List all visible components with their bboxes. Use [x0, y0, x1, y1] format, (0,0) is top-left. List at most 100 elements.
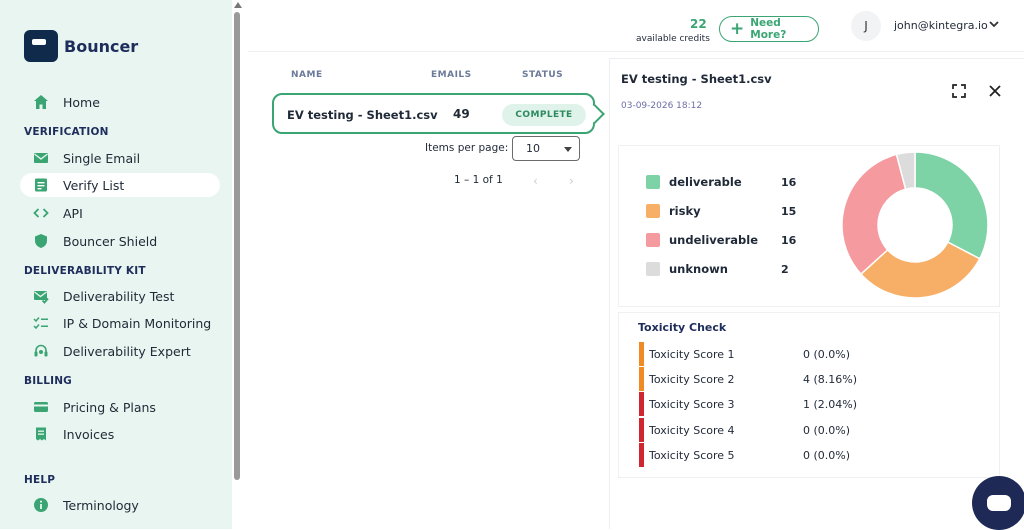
scroll-up-arrow-icon[interactable]: [234, 2, 242, 8]
sidebar-item-verify-list[interactable]: Verify List: [20, 173, 220, 197]
detail-date: 03-09-2026 18:12: [621, 101, 703, 111]
sidebar-item-label: Bouncer Shield: [63, 233, 158, 249]
headset-icon: [33, 343, 49, 359]
credits-count: 22: [690, 17, 707, 31]
chat-button[interactable]: [972, 476, 1024, 530]
fullscreen-icon[interactable]: [952, 84, 966, 98]
legend-swatch: [646, 204, 660, 218]
toxicity-indicator: [639, 392, 644, 416]
list-item[interactable]: EV testing - Sheet1.csv 49 COMPLETE: [272, 93, 595, 134]
file-name: EV testing - Sheet1.csv: [287, 108, 438, 122]
sidebar-item-label: Terminology: [63, 497, 139, 513]
sidebar-item-pricing-plans[interactable]: Pricing & Plans: [20, 395, 220, 419]
legend-value: 16: [781, 233, 797, 247]
legend-swatch: [646, 175, 660, 189]
toxicity-row: Toxicity Score 5 0 (0.0%): [639, 443, 850, 467]
sidebar-item-deliverability-expert[interactable]: Deliverability Expert: [20, 339, 220, 363]
toxicity-indicator: [639, 342, 644, 366]
sidebar-item-label: Verify List: [63, 177, 125, 193]
close-icon[interactable]: [988, 84, 1002, 98]
section-verification: VERIFICATION: [24, 126, 109, 138]
sidebar-item-deliverability-test[interactable]: Deliverability Test: [20, 284, 220, 308]
toxicity-label: Toxicity Score 5: [649, 448, 735, 462]
items-per-page-select[interactable]: 10: [512, 136, 580, 161]
results-donut-chart: [841, 151, 989, 299]
toxicity-title: Toxicity Check: [638, 321, 727, 334]
section-billing: BILLING: [24, 375, 73, 387]
toxicity-value: 1 (2.04%): [803, 397, 858, 411]
column-header-status: STATUS: [522, 70, 564, 80]
legend-item: risky 15: [646, 203, 796, 219]
toxicity-label: Toxicity Score 2: [649, 372, 735, 386]
app-name: Bouncer: [64, 36, 139, 56]
toxicity-row: Toxicity Score 1 0 (0.0%): [639, 342, 850, 366]
sidebar-item-label: Deliverability Expert: [63, 343, 191, 359]
toxicity-value: 0 (0.0%): [803, 448, 851, 462]
legend-value: 16: [781, 175, 797, 189]
sidebar-item-api[interactable]: API: [20, 201, 220, 225]
items-per-page-value: 10: [526, 142, 540, 155]
logo[interactable]: Bouncer: [24, 30, 138, 62]
need-more-button[interactable]: + Need More?: [719, 16, 819, 42]
credits-label: available credits: [636, 34, 710, 44]
sidebar-item-label: API: [63, 205, 83, 221]
toxicity-row: Toxicity Score 3 1 (2.04%): [639, 392, 857, 416]
toxicity-indicator: [639, 367, 644, 391]
legend-item: unknown 2: [646, 261, 789, 277]
chat-icon: [987, 495, 1011, 511]
legend-swatch: [646, 233, 660, 247]
sidebar-item-label: Single Email: [63, 150, 141, 166]
section-deliverability-kit: DELIVERABILITY KIT: [24, 265, 146, 277]
chevron-down-icon[interactable]: [988, 18, 1000, 30]
plus-icon: +: [730, 18, 745, 39]
sidebar-scrollbar[interactable]: [234, 12, 240, 480]
toxicity-indicator: [639, 443, 644, 467]
column-header-name: NAME: [291, 70, 323, 80]
sidebar: Bouncer Home VERIFICATION Single Email V…: [0, 0, 232, 529]
sidebar-item-label: Pricing & Plans: [63, 399, 156, 415]
legend-label: undeliverable: [669, 233, 758, 247]
sidebar-item-invoices[interactable]: Invoices: [20, 422, 220, 446]
toxicity-value: 0 (0.0%): [803, 347, 851, 361]
section-help: HELP: [24, 474, 56, 486]
donut-slice-deliverable[interactable]: [914, 151, 989, 260]
chevron-left-icon[interactable]: ‹: [533, 174, 538, 188]
items-per-page-label: Items per page:: [425, 142, 509, 154]
pagination-range: 1 – 1 of 1: [454, 174, 503, 186]
sidebar-item-terminology[interactable]: Terminology: [20, 493, 220, 517]
legend-value: 15: [781, 204, 797, 218]
mail-check-icon: [33, 288, 49, 304]
toxicity-label: Toxicity Score 1: [649, 347, 735, 361]
file-email-count: 49: [453, 107, 470, 121]
sidebar-item-label: Invoices: [63, 426, 115, 442]
toxicity-indicator: [639, 418, 644, 442]
bouncer-logo-icon: [24, 30, 58, 62]
sidebar-item-label: Home: [63, 94, 100, 110]
sidebar-item-ip-domain-monitoring[interactable]: IP & Domain Monitoring: [20, 311, 220, 335]
legend-label: deliverable: [669, 175, 742, 189]
legend-item: undeliverable 16: [646, 232, 796, 248]
need-more-label: Need More?: [750, 17, 787, 41]
sidebar-item-single-email[interactable]: Single Email: [20, 146, 220, 170]
receipt-icon: [33, 426, 49, 442]
detail-title: EV testing - Sheet1.csv: [621, 72, 772, 86]
sidebar-item-label: Deliverability Test: [63, 288, 175, 304]
legend-item: deliverable 16: [646, 174, 796, 190]
toxicity-label: Toxicity Score 4: [649, 423, 735, 437]
column-header-emails: EMAILS: [431, 70, 472, 80]
credit-card-icon: [33, 399, 49, 415]
avatar[interactable]: J: [851, 11, 881, 41]
toxicity-row: Toxicity Score 4 0 (0.0%): [639, 418, 850, 442]
user-email[interactable]: john@kintegra.io: [894, 19, 988, 32]
info-icon: [33, 497, 49, 513]
sidebar-item-bouncer-shield[interactable]: Bouncer Shield: [20, 229, 220, 253]
toxicity-row: Toxicity Score 2 4 (8.16%): [639, 367, 857, 391]
shield-icon: [33, 233, 49, 249]
chevron-right-icon[interactable]: ›: [569, 174, 574, 188]
code-icon: [33, 205, 49, 221]
sidebar-item-home[interactable]: Home: [20, 90, 220, 114]
home-icon: [33, 94, 49, 110]
legend-label: risky: [669, 204, 701, 218]
sidebar-item-label: IP & Domain Monitoring: [63, 315, 212, 331]
legend-value: 2: [781, 262, 789, 276]
